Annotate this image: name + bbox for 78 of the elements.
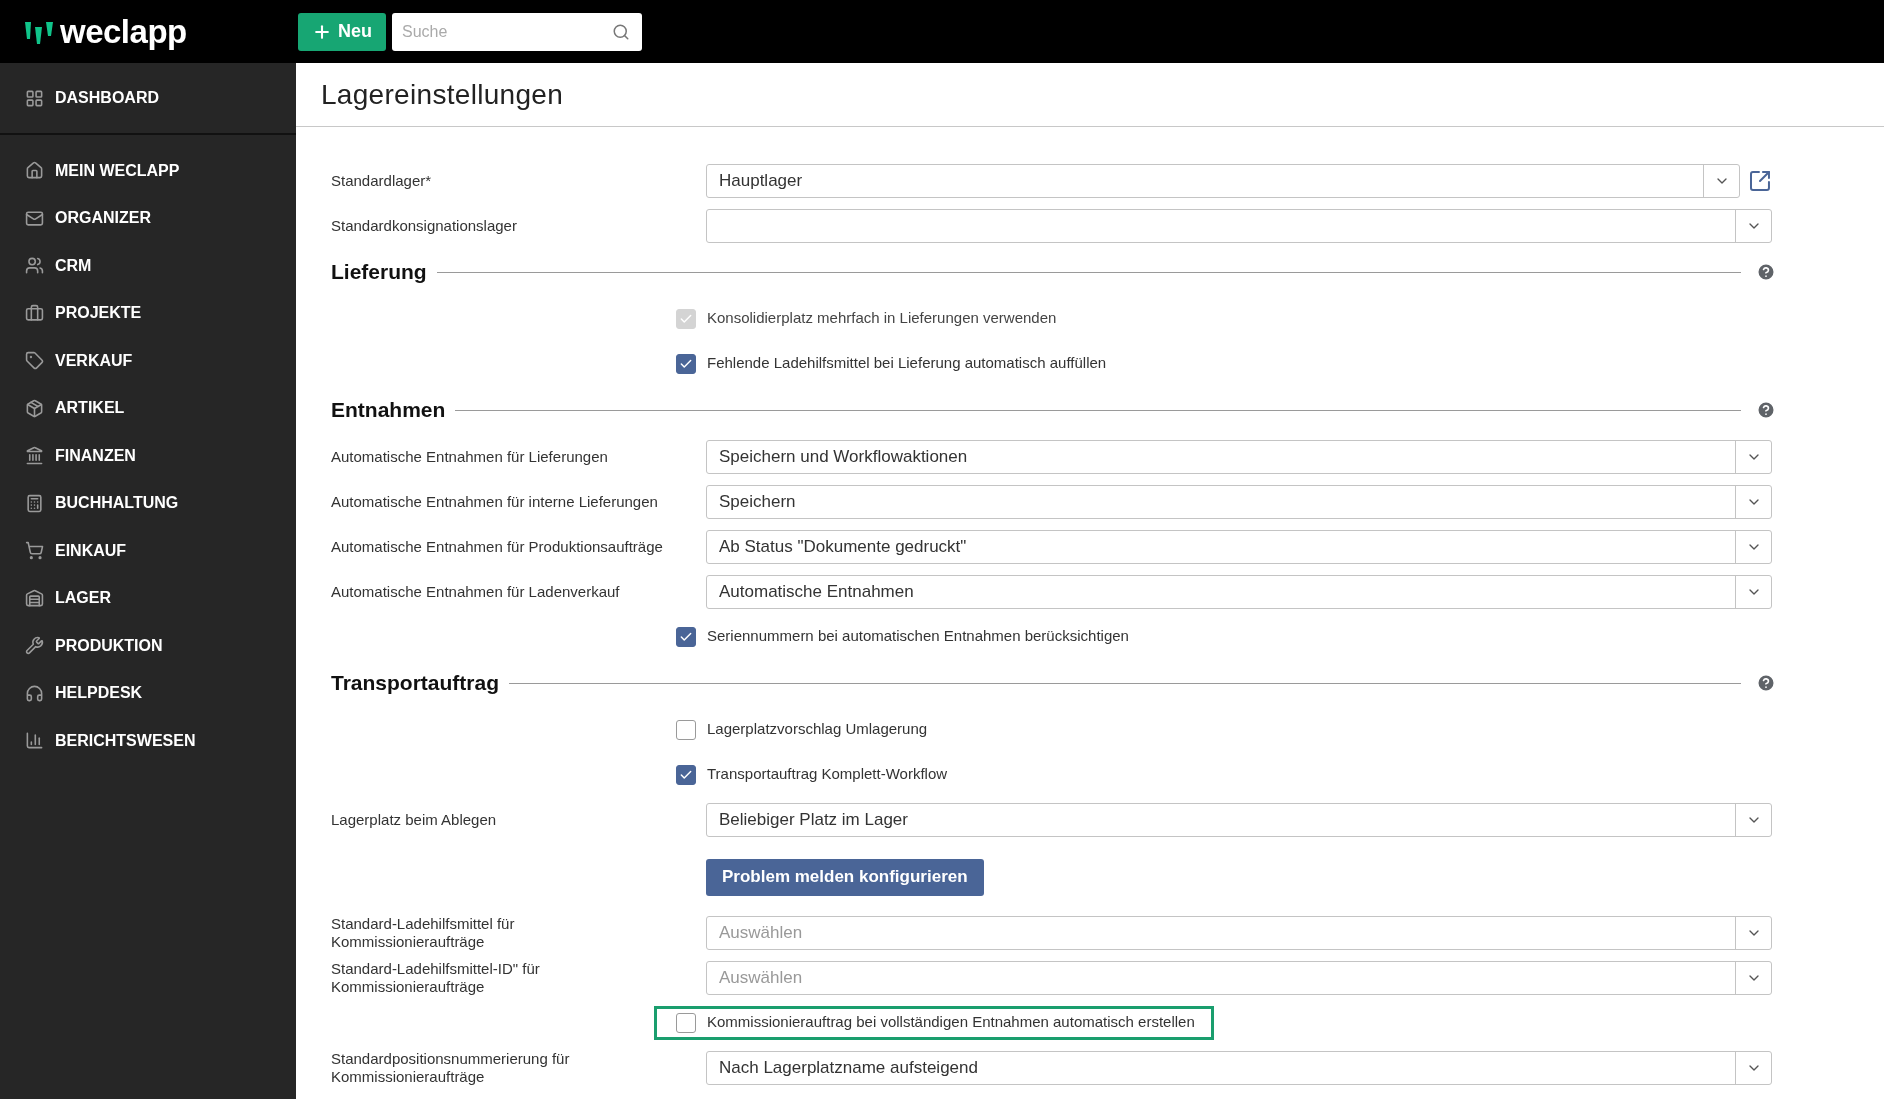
headset-icon	[25, 683, 44, 703]
sidebar-item[interactable]: PRODUKTION	[0, 633, 163, 658]
sidebar-item[interactable]: PROJEKTE	[0, 301, 142, 326]
external-link-icon[interactable]	[1748, 168, 1772, 193]
search-icon[interactable]	[612, 22, 630, 41]
section-title: Lieferung	[331, 259, 427, 286]
warehouse-icon	[25, 588, 44, 608]
select-field[interactable]: Ab Status "Dokumente gedruckt"	[706, 529, 1772, 564]
sidebar-item[interactable]: DASHBOARD	[0, 86, 159, 110]
tag-icon	[25, 351, 44, 371]
logo-text: weclapp	[60, 15, 187, 48]
house-icon	[25, 161, 44, 181]
select-field[interactable]: Speichern	[706, 484, 1772, 519]
cart-icon	[25, 541, 44, 561]
select-value: Auswählen	[718, 966, 804, 989]
select-value: Automatische Entnahmen	[718, 580, 915, 603]
sidebar-item[interactable]: VERKAUF	[0, 348, 133, 373]
checkbox-label: Transportauftrag Komplett-Workflow	[707, 764, 948, 785]
field-label: Automatische Entnahmen für Lieferungen	[331, 447, 608, 466]
people-icon	[25, 256, 44, 276]
wrench-icon	[25, 636, 44, 656]
select-value: Ab Status "Dokumente gedruckt"	[718, 535, 968, 558]
sidebar-item[interactable]: ARTIKEL	[0, 396, 125, 421]
bank-icon	[25, 446, 44, 466]
sidebar-item[interactable]: HELPDESK	[0, 681, 143, 706]
sidebar-item[interactable]: BERICHTSWESEN	[0, 728, 196, 753]
section-title: Transportauftrag	[331, 670, 500, 697]
select-field[interactable]: Hauptlager	[706, 163, 1741, 198]
checkbox[interactable]	[676, 1012, 696, 1033]
select-field[interactable]: Automatische Entnahmen	[706, 574, 1772, 609]
select-field[interactable]: Beliebiger Platz im Lager	[706, 802, 1772, 837]
checkbox[interactable]	[676, 764, 696, 785]
sidebar-item[interactable]: FINANZEN	[0, 443, 136, 468]
help-icon[interactable]	[1756, 400, 1776, 420]
select-field[interactable]: Nach Lagerplatzname aufsteigend	[706, 1050, 1772, 1085]
envelope-icon	[25, 208, 44, 228]
field-label: Lagerplatz beim Ablegen	[331, 810, 497, 829]
box-icon	[25, 398, 44, 418]
configure-button[interactable]: Problem melden konfigurieren	[706, 858, 984, 896]
checkbox[interactable]	[676, 719, 696, 740]
help-icon[interactable]	[1756, 262, 1776, 282]
checkbox-label: Konsolidierplatz mehrfach in Lieferungen verwenden	[707, 308, 1057, 329]
section-title: Entnahmen	[331, 397, 446, 424]
calculator-icon	[25, 493, 44, 513]
select-value: Auswählen	[718, 921, 804, 944]
sidebar-item[interactable]: BUCHHALTUNG	[0, 491, 179, 516]
checkbox-label: Kommissionierauftrag bei vollständigen Entnahmen automatisch erstellen	[707, 1012, 1195, 1033]
select-field[interactable]: Speichern und Workflowaktionen	[706, 439, 1772, 474]
field-label: Automatische Entnahmen für Produktionsaufträge	[331, 537, 663, 556]
checkbox-label: Lagerplatzvorschlag Umlagerung	[707, 719, 928, 740]
bar-chart-icon	[25, 731, 44, 751]
page-title: Lagereinstellungen	[321, 77, 564, 112]
checkbox[interactable]	[676, 626, 696, 647]
sidebar-item[interactable]: CRM	[0, 253, 92, 278]
checkbox-label: Fehlende Ladehilfsmittel bei Lieferung automatisch auffüllen	[707, 353, 1107, 374]
search-field[interactable]: Suche	[392, 12, 642, 51]
field-label: Automatische Entnahmen für interne Lieferungen	[331, 492, 658, 511]
select-value: Beliebiger Platz im Lager	[718, 808, 909, 831]
select-value: Nach Lagerplatzname aufsteigend	[718, 1056, 979, 1079]
sidebar-item[interactable]: EINKAUF	[0, 538, 127, 563]
select-field[interactable]	[706, 208, 1772, 243]
sidebar-item[interactable]: MEIN WECLAPP	[0, 158, 180, 183]
select-value: Hauptlager	[718, 169, 804, 192]
select-value: Speichern und Workflowaktionen	[718, 445, 969, 468]
field-label: Standardpositionsnummerierung für Kommissionieraufträge	[331, 1049, 571, 1086]
checkbox[interactable]	[676, 353, 696, 374]
help-icon[interactable]	[1756, 673, 1776, 693]
field-label: Standardkonsignationslager	[331, 216, 517, 235]
field-label: Standard-Ladehilfsmittel-ID" für Kommissionieraufträge	[331, 959, 541, 996]
field-label: Standard-Ladehilfsmittel für Kommissionieraufträge	[331, 914, 516, 951]
field-label: Standardlager*	[331, 171, 432, 190]
select-value: Speichern	[718, 490, 797, 513]
sidebar-item[interactable]: ORGANIZER	[0, 206, 151, 231]
briefcase-icon	[25, 303, 44, 323]
field-label: Automatische Entnahmen für Ladenverkauf	[331, 582, 620, 601]
checkbox-label: Seriennummern bei automatischen Entnahmen berücksichtigen	[707, 626, 1129, 647]
grid-icon	[25, 88, 44, 108]
sidebar-item[interactable]: LAGER	[0, 586, 111, 611]
